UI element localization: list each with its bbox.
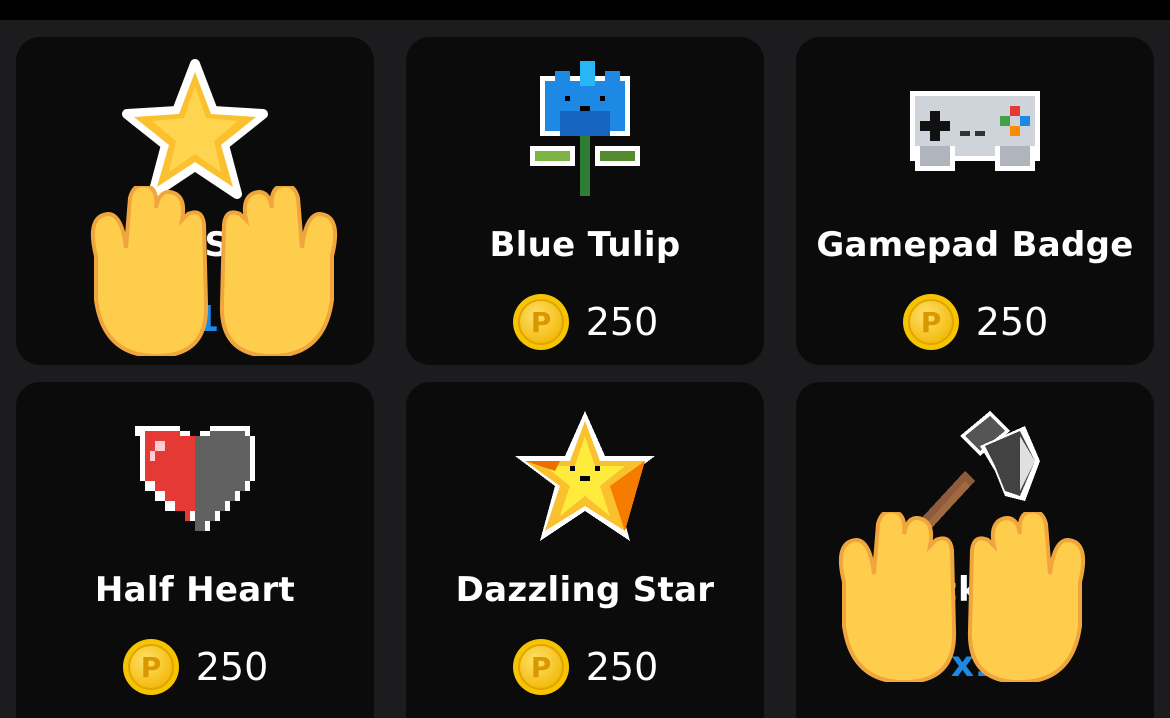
shop-item-card[interactable]: Pickaxe x1	[796, 382, 1154, 718]
item-name: Gold Star	[103, 225, 287, 265]
item-name: Half Heart	[94, 570, 296, 610]
item-name: Pickaxe	[900, 570, 1050, 610]
pixel-dazzling-star-icon	[406, 396, 764, 556]
gold-p-coin-icon	[122, 638, 180, 696]
item-price[interactable]: 250	[406, 638, 764, 696]
owned-quantity: x1	[950, 644, 1000, 685]
item-name: Blue Tulip	[489, 225, 681, 265]
owned-quantity: x1	[170, 299, 220, 340]
price-amount: 250	[585, 300, 659, 344]
shop-item-card[interactable]: Gold Star x1	[16, 37, 374, 365]
gold-star-icon	[16, 51, 374, 211]
shop-grid: Gold Star x1 Blue Tulip 250 Gamepad Badg…	[0, 0, 1170, 718]
item-price[interactable]: 250	[406, 293, 764, 351]
shop-item-card[interactable]: Dazzling Star 250	[406, 382, 764, 718]
item-name: Gamepad Badge	[816, 225, 1134, 265]
gold-p-coin-icon	[902, 293, 960, 351]
item-name: Dazzling Star	[455, 570, 715, 610]
shop-item-card[interactable]: Blue Tulip 250	[406, 37, 764, 365]
gold-p-coin-icon	[512, 638, 570, 696]
item-price[interactable]: 250	[796, 293, 1154, 351]
shop-item-card[interactable]: Gamepad Badge 250	[796, 37, 1154, 365]
pixel-blue-tulip-icon	[406, 51, 764, 211]
price-amount: 250	[975, 300, 1049, 344]
item-price[interactable]: 250	[16, 638, 374, 696]
price-amount: 250	[195, 645, 269, 689]
price-amount: 250	[585, 645, 659, 689]
gold-p-coin-icon	[512, 293, 570, 351]
pixel-axe-icon	[796, 396, 1154, 556]
shop-item-card[interactable]: Half Heart 250	[16, 382, 374, 718]
pixel-gamepad-icon	[796, 51, 1154, 211]
pixel-half-heart-icon	[16, 396, 374, 556]
